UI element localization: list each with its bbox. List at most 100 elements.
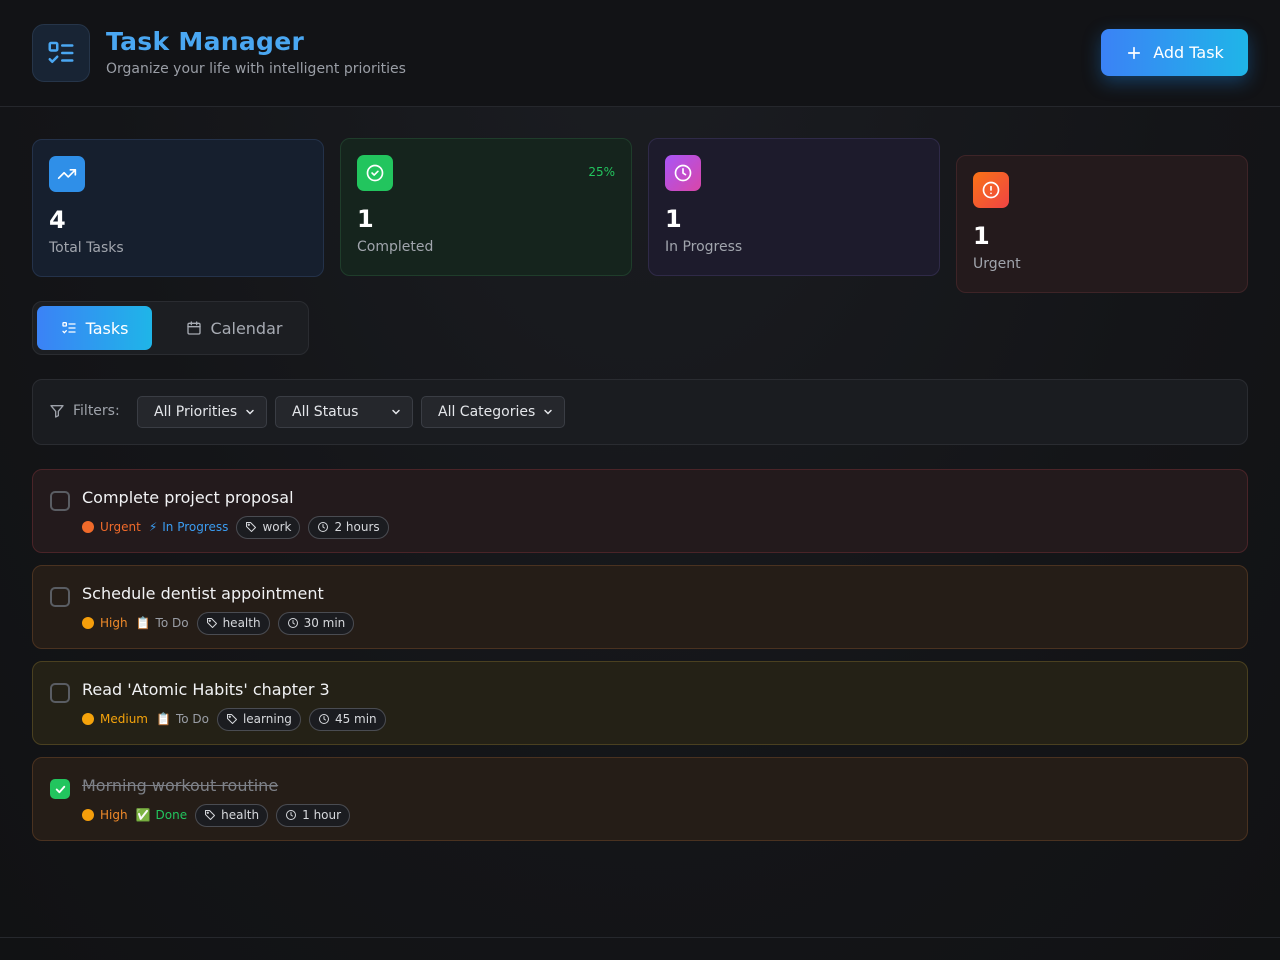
clock-icon <box>287 618 298 628</box>
status-badge: ⚡ In Progress <box>149 520 229 534</box>
clock-icon <box>286 810 297 820</box>
category-label: health <box>221 808 260 822</box>
lightning-icon: ⚡ <box>148 520 158 534</box>
stat-card-completed: 25% 1 Completed <box>340 138 632 276</box>
priority-filter-select[interactable]: All Priorities <box>137 396 267 428</box>
check-box-icon: ✅ <box>135 808 151 822</box>
stat-label: In Progress <box>665 239 743 255</box>
status-filter-select[interactable]: All Status <box>275 396 413 428</box>
stat-value: 1 <box>973 222 990 250</box>
task-card[interactable]: Complete project proposal Urgent ⚡ In Pro… <box>32 469 1248 553</box>
filters-label: Filters: <box>49 403 120 419</box>
priority-label: High <box>100 616 128 630</box>
category-label: work <box>262 520 292 534</box>
clipboard-icon: 📋 <box>135 616 151 630</box>
tag-icon <box>226 714 237 724</box>
view-tabs: Tasks Calendar <box>32 301 309 355</box>
priority-filter-value: All Priorities <box>154 404 238 420</box>
status-label: Done <box>155 808 188 822</box>
task-manager-page: Task Manager Organize your life with int… <box>0 0 1280 960</box>
priority-label: Medium <box>100 712 148 726</box>
task-card[interactable]: Read 'Atomic Habits' chapter 3 Medium 📋 T… <box>32 661 1248 745</box>
priority-dot <box>82 809 94 821</box>
trending-up-icon <box>49 156 85 192</box>
priority-badge: Medium <box>82 712 148 726</box>
footer-divider <box>0 937 1280 938</box>
category-filter-select[interactable]: All Categories <box>421 396 565 428</box>
add-task-label: Add Task <box>1153 43 1224 62</box>
app-subtitle: Organize your life with intelligent prio… <box>106 61 406 77</box>
category-chip: health <box>196 611 270 635</box>
stat-label: Total Tasks <box>49 240 124 256</box>
priority-badge: Urgent <box>82 520 141 534</box>
tag-icon <box>205 810 216 820</box>
alert-circle-icon <box>973 172 1009 208</box>
calendar-icon <box>186 321 201 335</box>
tab-calendar[interactable]: Calendar <box>169 306 299 350</box>
task-meta: High 📋 To Do health 30 min <box>82 611 355 635</box>
stat-card-urgent: 1 Urgent <box>956 155 1248 293</box>
filters-bar: Filters: All Priorities All Status All C… <box>32 379 1248 445</box>
stat-card-in-progress: 1 In Progress <box>648 138 940 276</box>
category-label: learning <box>242 712 292 726</box>
duration-label: 30 min <box>303 616 346 630</box>
status-label: To Do <box>175 712 209 726</box>
stat-value: 4 <box>49 206 66 234</box>
duration-chip: 45 min <box>308 707 386 731</box>
status-badge: 📋 To Do <box>136 616 189 630</box>
add-task-button[interactable]: Add Task <box>1101 29 1248 76</box>
chevron-down-icon <box>246 409 254 415</box>
check-icon <box>55 785 65 793</box>
duration-chip: 30 min <box>277 611 355 635</box>
priority-badge: High <box>82 616 128 630</box>
completion-percent: 25% <box>588 165 615 179</box>
task-meta: Urgent ⚡ In Progress work 2 hours <box>82 515 389 539</box>
category-chip: work <box>236 515 301 539</box>
check-circle-icon <box>357 155 393 191</box>
stat-label: Urgent <box>973 256 1021 272</box>
task-checkbox[interactable] <box>50 491 70 511</box>
task-checkbox[interactable] <box>50 779 70 799</box>
task-meta: Medium 📋 To Do learning 45 min <box>82 707 386 731</box>
task-card[interactable]: Morning workout routine High ✅ Done healt… <box>32 757 1248 841</box>
tab-tasks[interactable]: Tasks <box>37 306 152 350</box>
stat-value: 1 <box>665 205 682 233</box>
duration-chip: 2 hours <box>308 515 389 539</box>
task-checkbox[interactable] <box>50 587 70 607</box>
category-chip: learning <box>216 707 301 731</box>
tag-icon <box>206 618 217 628</box>
tab-label: Tasks <box>85 318 129 338</box>
status-badge: ✅ Done <box>136 808 188 822</box>
clock-icon <box>318 714 329 724</box>
status-badge: 📋 To Do <box>156 712 209 726</box>
chevron-down-icon <box>392 409 400 415</box>
duration-label: 45 min <box>334 712 377 726</box>
task-card[interactable]: Schedule dentist appointment High 📋 To Do… <box>32 565 1248 649</box>
duration-label: 1 hour <box>302 808 342 822</box>
status-label: To Do <box>155 616 189 630</box>
category-filter-value: All Categories <box>438 404 536 420</box>
filters-label-text: Filters: <box>73 403 120 419</box>
task-title: Read 'Atomic Habits' chapter 3 <box>82 680 330 699</box>
duration-label: 2 hours <box>334 520 380 534</box>
status-label: In Progress <box>162 520 229 534</box>
task-title: Morning workout routine <box>82 776 279 795</box>
priority-dot <box>82 617 94 629</box>
priority-badge: High <box>82 808 128 822</box>
tab-label: Calendar <box>210 318 283 338</box>
priority-label: Urgent <box>100 520 141 534</box>
task-meta: High ✅ Done health 1 hour <box>82 803 351 827</box>
task-title: Schedule dentist appointment <box>82 584 324 603</box>
list-icon <box>61 322 76 334</box>
plus-icon <box>1128 46 1141 59</box>
stat-label: Completed <box>357 239 434 255</box>
clipboard-icon: 📋 <box>155 712 171 726</box>
stat-card-total: 4 Total Tasks <box>32 139 324 277</box>
priority-dot <box>82 713 94 725</box>
task-checkbox[interactable] <box>50 683 70 703</box>
stat-value: 1 <box>357 205 374 233</box>
priority-dot <box>82 521 94 533</box>
duration-chip: 1 hour <box>276 803 351 827</box>
filter-icon <box>50 405 64 418</box>
priority-label: High <box>100 808 128 822</box>
